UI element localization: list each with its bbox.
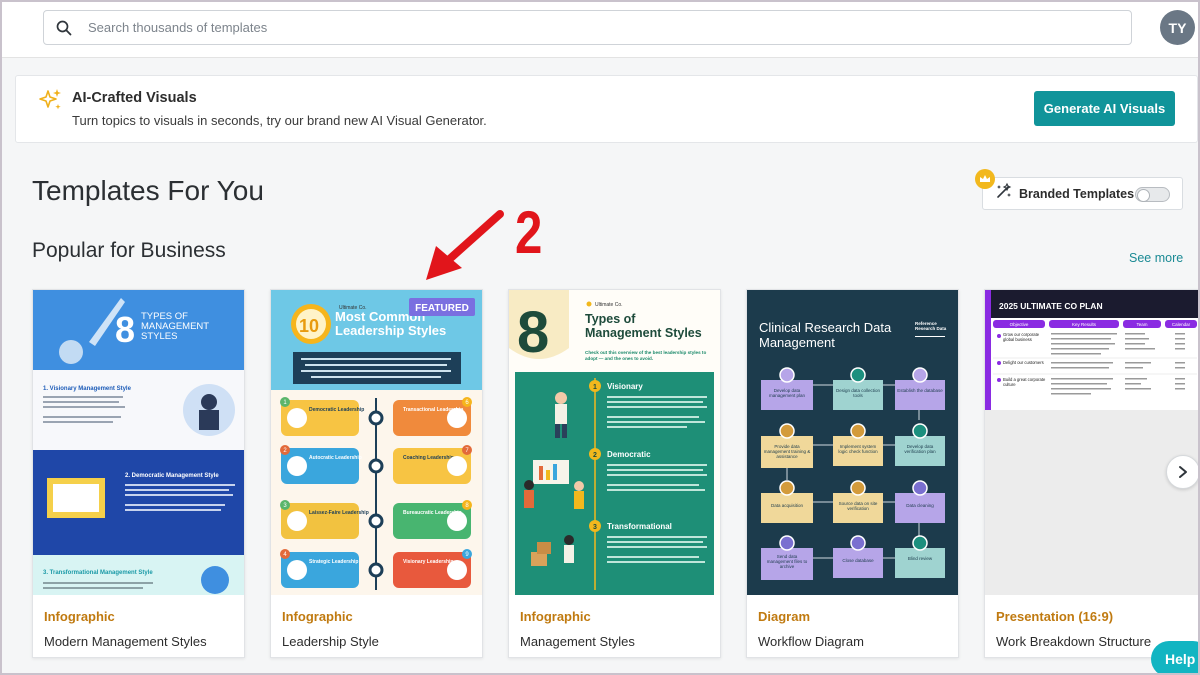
thumb-ref: Reference Research Data — [915, 321, 947, 331]
ai-banner: AI-Crafted Visuals Turn topics to visual… — [15, 75, 1198, 143]
template-name[interactable]: Management Styles — [520, 634, 635, 649]
magic-wand-icon — [995, 182, 1013, 205]
svg-text:Laissez-Faire Leadership: Laissez-Faire Leadership — [309, 510, 369, 516]
svg-text:Visionary Leadership: Visionary Leadership — [403, 559, 453, 565]
svg-text:Coaching Leadership: Coaching Leadership — [403, 455, 454, 461]
template-category: Infographic — [44, 609, 115, 624]
branded-templates-toggle[interactable]: Branded Templates — [982, 177, 1183, 210]
toggle-switch[interactable] — [1135, 187, 1170, 202]
template-thumbnail[interactable]: Clinical Research Data Management Refere… — [747, 290, 958, 595]
svg-text:Democratic Leadership: Democratic Leadership — [309, 407, 364, 413]
svg-text:Democratic: Democratic — [607, 450, 651, 459]
template-thumbnail[interactable]: 8 Ultimate Co. Types of Management Style… — [509, 290, 720, 595]
template-thumbnail[interactable]: 10 Ultimate Co. Most Common Leadership S… — [271, 290, 482, 595]
generate-ai-visuals-button[interactable]: Generate AI Visuals — [1034, 91, 1175, 126]
template-name[interactable]: Workflow Diagram — [758, 634, 864, 649]
featured-badge: FEATURED — [415, 303, 469, 314]
search-input[interactable] — [88, 20, 1088, 35]
thumb-big-number: 8 — [517, 300, 549, 365]
svg-text:Strategic Leadership: Strategic Leadership — [309, 559, 358, 565]
help-button[interactable]: Help — [1151, 641, 1200, 675]
template-category: Diagram — [758, 609, 811, 624]
annotation-arrow-icon — [426, 210, 504, 280]
carousel-next-button[interactable] — [1166, 455, 1200, 489]
template-name[interactable]: Leadership Style — [282, 634, 379, 649]
section-title: Popular for Business — [32, 239, 226, 262]
template-name[interactable]: Work Breakdown Structure — [996, 634, 1151, 649]
template-card-management-styles[interactable]: 8 Ultimate Co. Types of Management Style… — [508, 289, 721, 658]
thumb-title: Clinical Research Data Management — [759, 320, 892, 350]
template-category: Infographic — [520, 609, 591, 624]
svg-text:Team: Team — [1136, 322, 1147, 327]
chevron-right-icon — [1179, 466, 1187, 478]
thumb-item-2: 2. Democratic Management Style — [125, 473, 219, 479]
top-bar: TY — [0, 0, 1200, 58]
search-icon[interactable] — [44, 10, 84, 45]
sparkle-icon — [38, 88, 62, 117]
svg-text:1: 1 — [593, 384, 597, 391]
crown-icon — [975, 169, 995, 189]
thumb-big-number: 10 — [299, 316, 319, 336]
main-content: AI-Crafted Visuals Turn topics to visual… — [0, 58, 1200, 675]
thumb-title: Types of Management Styles — [585, 312, 702, 340]
template-card-leadership-style[interactable]: 10 Ultimate Co. Most Common Leadership S… — [270, 289, 483, 658]
svg-text:3: 3 — [593, 524, 597, 531]
svg-text:Visionary: Visionary — [607, 382, 643, 391]
ai-banner-title: AI-Crafted Visuals — [72, 90, 197, 106]
branded-templates-label: Branded Templates — [1019, 186, 1135, 201]
svg-text:Autocratic Leadership: Autocratic Leadership — [309, 455, 362, 461]
search-bar[interactable] — [43, 10, 1132, 45]
template-card-modern-management-styles[interactable]: 8 TYPES OF MANAGEMENT STYLES 1. Visionar… — [32, 289, 245, 658]
thumb-subtitle: Check out this overview of the best lead… — [585, 350, 707, 361]
user-avatar[interactable]: TY — [1160, 10, 1195, 45]
see-more-link[interactable]: See more — [1129, 251, 1183, 265]
svg-text:Calendar: Calendar — [1172, 322, 1191, 327]
thumb-item-1: 1. Visionary Management Style — [43, 386, 132, 392]
template-thumbnail[interactable]: 2025 ULTIMATE CO PLAN Objective Key Resu… — [985, 290, 1199, 595]
thumb-big-number: 8 — [115, 309, 135, 350]
template-category: Presentation (16:9) — [996, 609, 1114, 624]
thumb-title: TYPES OF MANAGEMENT STYLES — [141, 312, 209, 342]
annotation-number: 2 — [515, 199, 543, 266]
svg-text:Objective: Objective — [1010, 322, 1029, 327]
thumb-item-3: 3. Transformational Management Style — [43, 570, 153, 576]
template-thumbnail[interactable]: 8 TYPES OF MANAGEMENT STYLES 1. Visionar… — [33, 290, 244, 595]
page-title: Templates For You — [32, 175, 264, 206]
template-card-workflow-diagram[interactable]: Clinical Research Data Management Refere… — [746, 289, 959, 658]
thumb-brand: Ultimate Co. — [595, 302, 623, 308]
ai-banner-subtitle: Turn topics to visuals in seconds, try o… — [72, 113, 487, 128]
svg-text:Transformational: Transformational — [607, 522, 672, 531]
thumb-title: 2025 ULTIMATE CO PLAN — [999, 301, 1103, 311]
svg-text:Key Results: Key Results — [1072, 322, 1097, 327]
svg-text:2: 2 — [593, 452, 597, 459]
template-name[interactable]: Modern Management Styles — [44, 634, 207, 649]
template-category: Infographic — [282, 609, 353, 624]
